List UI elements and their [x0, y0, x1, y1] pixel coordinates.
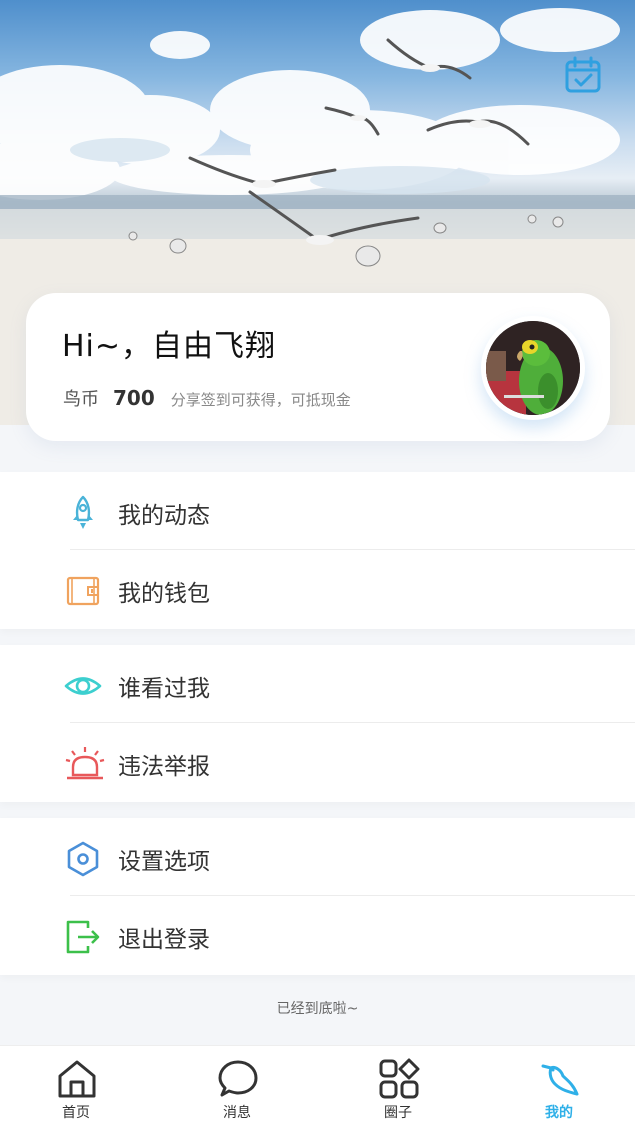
menu-item-who-viewed-me[interactable]: 谁看过我 [0, 645, 635, 723]
coin-value: 700 [113, 386, 155, 410]
menu-group-1: 我的动态 我的钱包 [0, 472, 635, 629]
profile-card: Hi~，自由飞翔 鸟币 700 分享签到可获得，可抵现金 [26, 293, 610, 441]
greeting-text: Hi~，自由飞翔 [62, 329, 277, 364]
menu-item-my-posts[interactable]: 我的动态 [0, 472, 635, 550]
menu-item-label: 设置选项 [118, 849, 210, 875]
coin-row: 鸟币 700 分享签到可获得，可抵现金 [63, 385, 351, 411]
circles-icon [378, 1058, 420, 1100]
tab-label: 首页 [62, 1105, 90, 1121]
menu-item-label: 我的动态 [118, 503, 210, 529]
menu-item-label: 退出登录 [118, 927, 210, 953]
end-of-list-hint: 已经到底啦~ [276, 1001, 359, 1017]
menu-item-logout[interactable]: 退出登录 [0, 896, 635, 974]
settings-hexagon-icon [64, 840, 102, 878]
menu-item-report[interactable]: 违法举报 [0, 723, 635, 801]
menu-group-3: 设置选项 退出登录 [0, 818, 635, 975]
tab-mine[interactable]: 我的 [499, 1046, 619, 1129]
tab-label: 消息 [223, 1105, 251, 1121]
tab-label: 圈子 [384, 1105, 412, 1121]
bottom-tab-bar: 首页 消息 圈子 我的 [0, 1045, 635, 1129]
avatar[interactable] [481, 316, 585, 420]
tab-label: 我的 [545, 1105, 573, 1121]
menu-item-label: 违法举报 [118, 754, 210, 780]
menu-item-label: 我的钱包 [118, 581, 210, 607]
logout-icon [64, 918, 102, 956]
message-icon [217, 1058, 259, 1100]
calendar-checkin-icon[interactable] [564, 56, 602, 94]
menu-item-my-wallet[interactable]: 我的钱包 [0, 550, 635, 628]
coin-label: 鸟币 [63, 389, 99, 410]
tab-circles[interactable]: 圈子 [338, 1046, 458, 1129]
tab-home[interactable]: 首页 [16, 1046, 136, 1129]
coin-hint: 分享签到可获得，可抵现金 [170, 391, 351, 409]
menu-group-2: 谁看过我 违法举报 [0, 645, 635, 802]
home-icon [56, 1058, 98, 1100]
wallet-icon [64, 572, 102, 610]
tab-messages[interactable]: 消息 [177, 1046, 297, 1129]
bird-icon [539, 1058, 581, 1100]
eye-icon [64, 667, 102, 705]
rocket-icon [64, 494, 102, 532]
menu-item-settings[interactable]: 设置选项 [0, 818, 635, 896]
alarm-icon [64, 745, 105, 783]
menu-item-label: 谁看过我 [118, 676, 210, 702]
